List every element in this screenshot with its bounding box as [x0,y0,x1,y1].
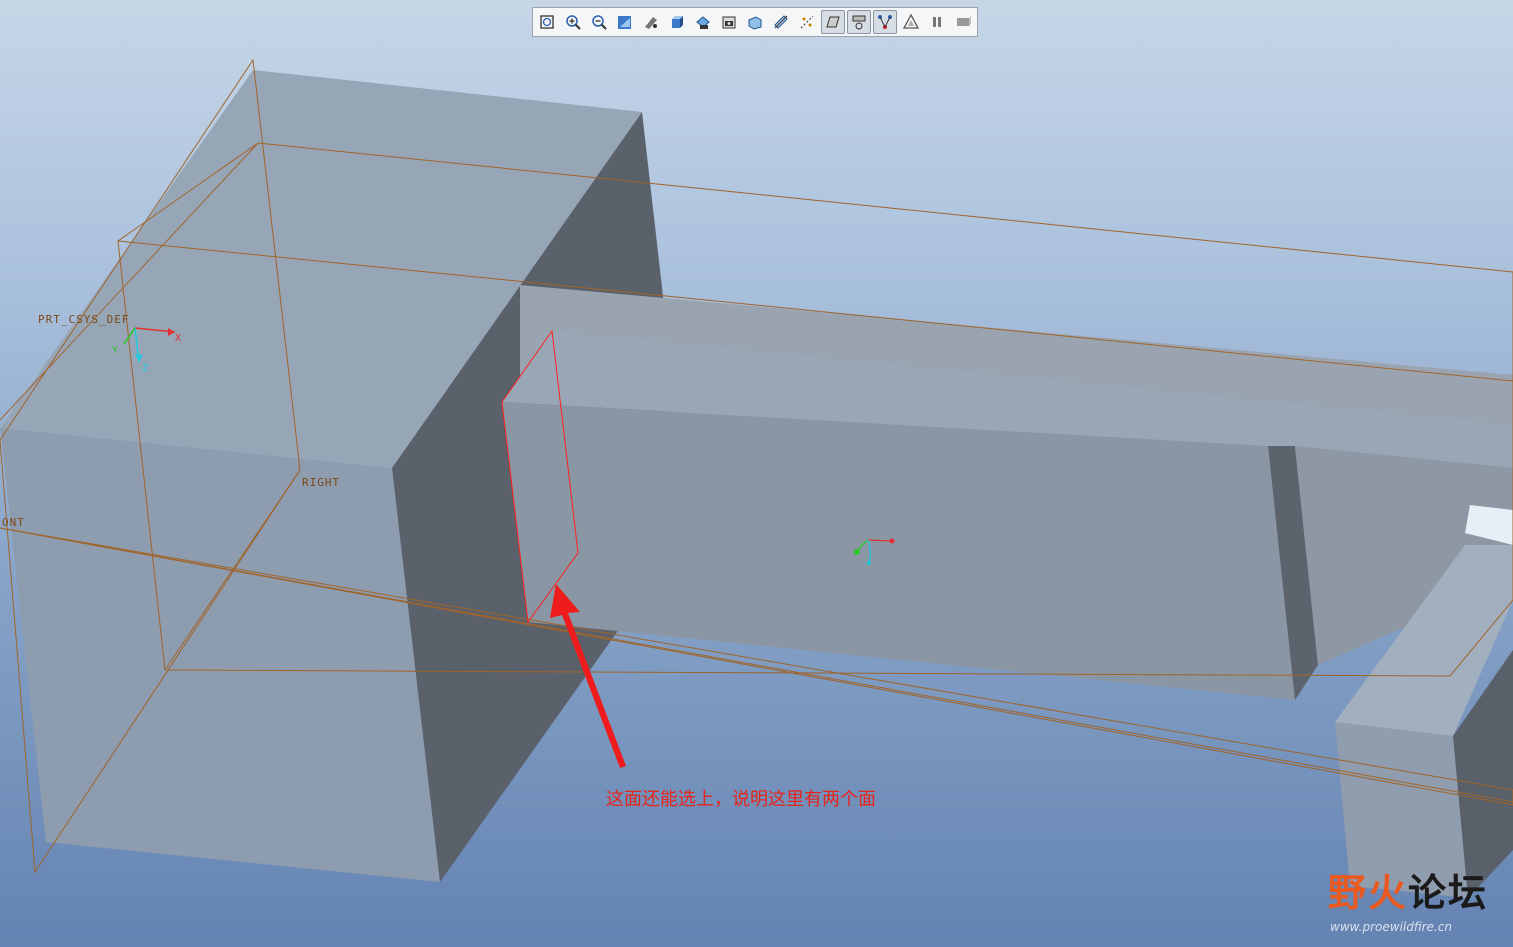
spin-center-button[interactable] [899,10,923,34]
zoom-out-icon [592,15,607,30]
point-display-button[interactable] [821,10,845,34]
display-style-icon [672,16,683,28]
pause-button[interactable] [925,10,949,34]
zoom-fit-button[interactable] [535,10,559,34]
spin-center-icon [902,13,920,29]
pause-icon [933,17,941,27]
regenerate-button[interactable] [951,10,975,34]
annotation-display-icon [878,15,892,29]
watermark-brand-b: 论坛 [1408,870,1489,915]
regenerate-icon [957,16,971,26]
plane-display-button[interactable] [769,10,793,34]
right-plane-label[interactable]: RIGHT [302,476,340,489]
left-block-front-face[interactable] [0,428,440,882]
annotation-text: 这面还能选上，说明这里有两个面 [606,789,876,810]
zoom-out-button[interactable] [587,10,611,34]
front-plane-label[interactable]: ONT [2,516,25,529]
watermark-url: www.proewildfire.cn [1330,920,1452,934]
watermark-brand: 野火论坛 [1328,862,1488,917]
axis-display-icon [800,15,814,29]
csys-display-icon [852,15,866,30]
annotation-display-button[interactable] [873,10,897,34]
beam-front-face[interactable] [502,402,1295,700]
perspective-button[interactable] [743,10,767,34]
reorient-button[interactable] [639,10,663,34]
axis-display-button[interactable] [795,10,819,34]
view-manager-button[interactable] [717,10,741,34]
csys-display-button[interactable] [847,10,871,34]
watermark-brand-a: 野火 [1328,870,1409,915]
forum-watermark: 野火论坛 www.proewildfire.cn [1328,862,1498,942]
axis-z-label: Z [142,363,149,374]
view-toolbar [532,7,978,37]
zoom-in-button[interactable] [561,10,585,34]
plane-display-icon [774,15,788,29]
axis-x-label: X [175,333,182,344]
saved-views-button[interactable] [691,10,715,34]
perspective-icon [748,16,762,30]
reorient-icon [645,17,657,29]
zoom-in-icon [566,15,581,30]
repaint-button[interactable] [613,10,637,34]
repaint-icon [618,16,631,29]
point-display-icon [826,16,840,28]
axis-y-label: Y [112,345,119,356]
view-manager-icon [722,16,736,29]
saved-views-icon [696,16,710,29]
csys-label[interactable]: PRT_CSYS_DEF [38,313,129,326]
model-viewport[interactable]: PRT_CSYS_DEF RIGHT ONT X Y Z 这面还能选上，说明这里… [0,0,1513,947]
zoom-fit-icon [540,15,554,29]
display-style-button[interactable] [665,10,689,34]
